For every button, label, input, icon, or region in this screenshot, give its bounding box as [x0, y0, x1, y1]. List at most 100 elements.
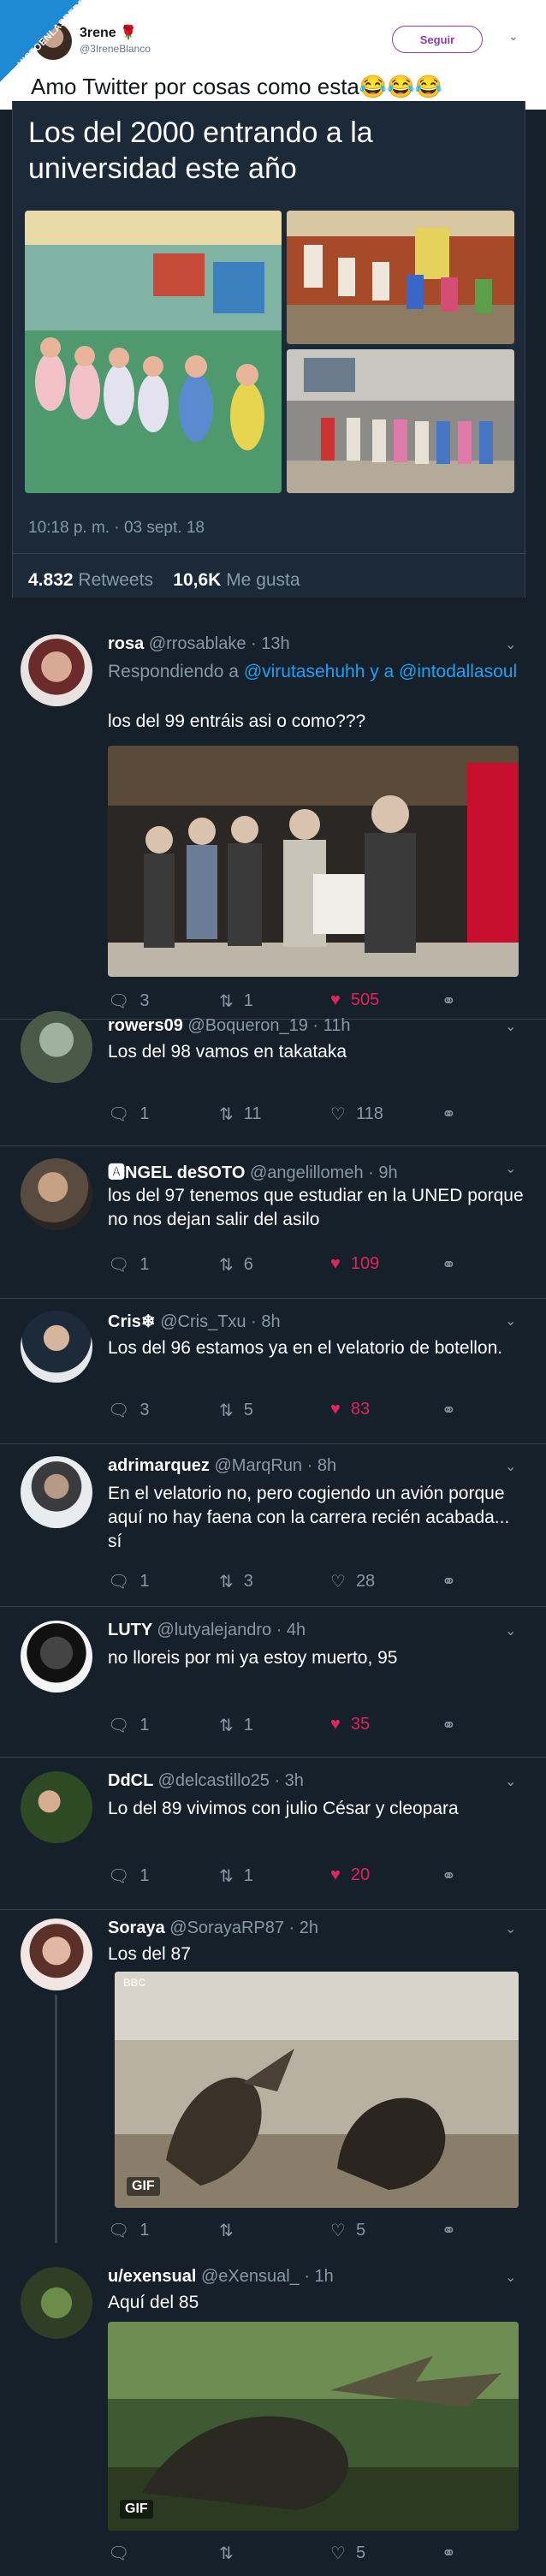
chevron-down-icon[interactable]: ⌄ [505, 1160, 516, 1177]
reply-tweet[interactable]: Soraya @SorayaRP87 · 2h ⌄ Los del 87 GIF… [0, 1909, 546, 2258]
share-button[interactable]: ⚭ [442, 991, 456, 1012]
retweet-button[interactable]: ⇅ 5 [219, 1400, 253, 1421]
avatar[interactable] [21, 1919, 92, 1990]
author-handle[interactable]: @3IreneBlanco [80, 43, 151, 55]
avatar[interactable] [21, 1011, 92, 1083]
reply-tweet[interactable]: adrimarquez @MarqRun · 8h ⌄ En el velato… [0, 1443, 546, 1606]
share-button[interactable]: ⚭ [442, 2220, 456, 2241]
reply-author[interactable]: rosa @rrosablake · 13h [108, 634, 290, 654]
photo-kids-line-1[interactable] [25, 211, 282, 493]
share-button[interactable]: ⚭ [442, 1400, 456, 1421]
reply-author[interactable]: rowers09 @Boqueron_19 · 11h [108, 1016, 350, 1036]
chevron-down-icon[interactable]: ⌄ [505, 1018, 516, 1035]
reply-tweet[interactable]: u/exensual @eXensual_ · 1h ⌄ Aquí del 85… [0, 2258, 546, 2576]
reply-count: 3 [139, 991, 150, 1010]
chevron-down-icon[interactable]: ⌄ [508, 29, 519, 44]
quoted-tweet[interactable]: Los del 2000 entrando a la universidad e… [12, 101, 526, 598]
avatar[interactable] [21, 2267, 92, 2339]
reply-button[interactable]: 🗨 1 [108, 1104, 150, 1125]
chevron-down-icon[interactable]: ⌄ [505, 1458, 516, 1475]
like-count: 35 [350, 1715, 371, 1734]
site-watermark-logo: VISTOENLASREDES [0, 0, 93, 82]
photo-elderly-line[interactable] [108, 746, 519, 977]
like-button[interactable]: ♡ 5 [330, 2220, 365, 2241]
timestamp[interactable]: 10:18 p. m. · 03 sept. 18 [28, 519, 205, 538]
like-button[interactable]: ♥ 20 [330, 1865, 370, 1885]
like-button[interactable]: ♥ 109 [330, 1254, 379, 1274]
share-button[interactable]: ⚭ [442, 1254, 456, 1276]
chevron-down-icon[interactable]: ⌄ [505, 2269, 516, 2286]
like-button[interactable]: ♡ 5 [330, 2543, 365, 2564]
retweet-button[interactable]: ⇅ [219, 2543, 244, 2564]
reply-actions: 🗨 1 ⇅ 1 ♥ 35 ⚭ [108, 1715, 501, 1740]
reply-author[interactable]: LUTY @lutyalejandro · 4h [108, 1621, 306, 1640]
share-icon: ⚭ [442, 1401, 456, 1420]
photo-kids-line-2[interactable] [287, 211, 514, 344]
avatar[interactable] [21, 1456, 92, 1528]
avatar[interactable] [21, 1311, 92, 1383]
retweet-button[interactable]: ⇅ [219, 2220, 244, 2241]
reply-button[interactable]: 🗨 1 [108, 1865, 150, 1887]
reply-author[interactable]: u/exensual @eXensual_ · 1h [108, 2267, 334, 2287]
avatar[interactable] [21, 634, 92, 706]
reply-count: 1 [139, 1255, 150, 1274]
reply-author[interactable]: Soraya @SorayaRP87 · 2h [108, 1919, 318, 1938]
retweet-button[interactable]: ⇅ 1 [219, 1865, 253, 1887]
reply-tweet[interactable]: DdCL @delcastillo25 · 3h ⌄ Lo del 89 viv… [0, 1757, 546, 1909]
share-icon: ⚭ [442, 1716, 456, 1735]
share-button[interactable]: ⚭ [442, 1865, 456, 1887]
avatar[interactable] [21, 1621, 92, 1693]
reply-button[interactable]: 🗨 [108, 2543, 139, 2564]
chevron-down-icon[interactable]: ⌄ [505, 1920, 516, 1937]
like-button[interactable]: ♥ 505 [330, 991, 379, 1010]
chevron-down-icon[interactable]: ⌄ [505, 636, 516, 653]
likes-count[interactable]: 10,6K [173, 570, 221, 590]
reply-button[interactable]: 🗨 1 [108, 1254, 150, 1276]
share-button[interactable]: ⚭ [442, 2543, 456, 2564]
retweet-button[interactable]: ⇅ 6 [219, 1254, 253, 1276]
avatar[interactable] [21, 1771, 92, 1843]
author-handle: @delcastillo25 · 3h [157, 1771, 304, 1790]
reply-button[interactable]: 🗨 3 [108, 1400, 150, 1421]
avatar[interactable] [21, 1158, 92, 1230]
photo-kids-line-3[interactable] [287, 349, 514, 493]
author-handle: @MarqRun · 8h [214, 1456, 337, 1475]
retweet-count: 5 [243, 1401, 253, 1419]
gif-dinosaur-forest[interactable]: GIF [108, 2322, 519, 2531]
reply-text: los del 99 entráis asi o como??? [108, 711, 366, 731]
reply-button[interactable]: 🗨 3 [108, 991, 150, 1012]
reply-tweet[interactable]: rosa @rrosablake · 13h ⌄ Respondiendo a … [0, 621, 546, 1019]
heart-icon: ♡ [330, 2222, 346, 2240]
like-button[interactable]: ♥ 83 [330, 1400, 370, 1419]
like-button[interactable]: ♥ 35 [330, 1715, 370, 1734]
mention-link[interactable]: @virutasehuhh y a @intodallasoul [244, 662, 517, 681]
reply-author[interactable]: Cris❄ @Cris_Txu · 8h [108, 1311, 281, 1332]
retweet-button[interactable]: ⇅ 11 [219, 1104, 262, 1125]
chevron-down-icon[interactable]: ⌄ [505, 1773, 516, 1790]
reply-tweet[interactable]: 🅰NGEL deSOTO @angelillomeh · 9h ⌄ los de… [0, 1145, 546, 1298]
reply-tweet[interactable]: Cris❄ @Cris_Txu · 8h ⌄ Los del 96 estamo… [0, 1298, 546, 1443]
author-name[interactable]: 3rene 🌹 [80, 24, 137, 41]
retweet-button[interactable]: ⇅ 1 [219, 1715, 253, 1736]
reply-button[interactable]: 🗨 1 [108, 2220, 150, 2241]
retweet-button[interactable]: ⇅ 3 [219, 1571, 253, 1592]
like-button[interactable]: ♡ 28 [330, 1571, 375, 1592]
reply-button[interactable]: 🗨 1 [108, 1571, 150, 1592]
chevron-down-icon[interactable]: ⌄ [505, 1622, 516, 1639]
retweet-button[interactable]: ⇅ 1 [219, 991, 253, 1012]
gif-dinosaurs[interactable]: GIF BBC [115, 1972, 519, 2208]
like-button[interactable]: ♡ 118 [330, 1104, 383, 1125]
share-button[interactable]: ⚭ [442, 1104, 456, 1125]
chevron-down-icon[interactable]: ⌄ [505, 1312, 516, 1330]
reply-author[interactable]: adrimarquez @MarqRun · 8h [108, 1456, 336, 1476]
reply-button[interactable]: 🗨 1 [108, 1715, 150, 1736]
follow-button[interactable]: Seguir [392, 26, 483, 53]
retweets-count[interactable]: 4.832 [28, 570, 74, 590]
reply-author[interactable]: 🅰NGEL deSOTO @angelillomeh · 9h [108, 1158, 398, 1183]
reply-tweet[interactable]: LUTY @lutyalejandro · 4h ⌄ no lloreis po… [0, 1606, 546, 1757]
share-button[interactable]: ⚭ [442, 1571, 456, 1592]
reply-text: no lloreis por mi ya estoy muerto, 95 [108, 1648, 398, 1668]
share-button[interactable]: ⚭ [442, 1715, 456, 1736]
reply-tweet[interactable]: rowers09 @Boqueron_19 · 11h ⌄ Los del 98… [0, 1011, 546, 1145]
reply-author[interactable]: DdCL @delcastillo25 · 3h [108, 1771, 304, 1791]
